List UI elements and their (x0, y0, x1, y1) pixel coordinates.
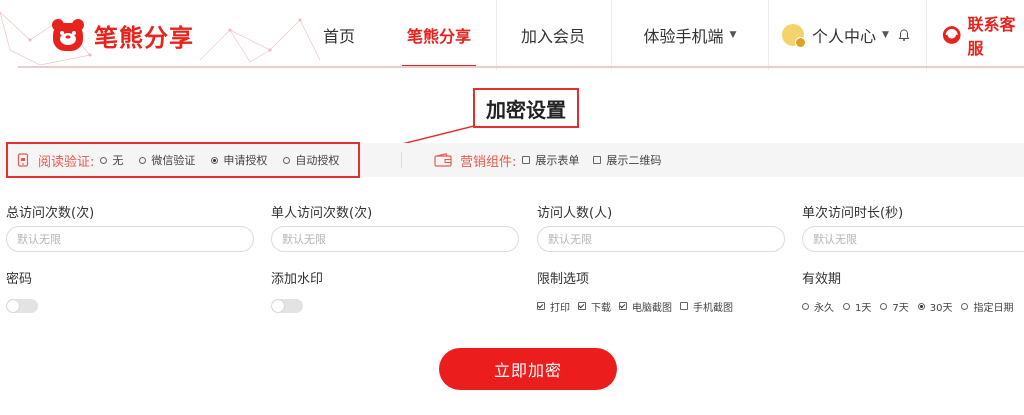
checkbox-show-form[interactable]: 展示表单 (522, 152, 579, 168)
brand-logo[interactable]: 笔熊分享 (50, 17, 194, 53)
top-header: 笔熊分享 首页 笔熊分享 加入会员 体验手机端 ▼ 个人中心 ▼ 联系客服 (0, 0, 1024, 70)
radio-icon (961, 302, 969, 310)
options-divider (401, 152, 402, 168)
avatar (782, 24, 806, 48)
marketing-title: 营销组件: (460, 154, 517, 170)
checkbox-print[interactable]: 打印 (537, 299, 570, 314)
nav-divider (611, 0, 612, 70)
visitors-input[interactable] (537, 226, 785, 252)
contact-service-label: 联系客服 (967, 15, 1016, 58)
password-toggle[interactable] (6, 299, 38, 313)
radio-custom-date[interactable]: 指定日期 (961, 299, 1013, 314)
caret-down-icon: ▼ (882, 30, 889, 40)
radio-1-day[interactable]: 1天 (843, 299, 871, 314)
radio-label: 1天 (855, 302, 872, 314)
radio-7-days[interactable]: 7天 (880, 299, 909, 314)
radio-selected-icon (917, 302, 925, 310)
marketing-group: 营销组件: 展示表单 展示二维码 (434, 143, 675, 177)
nav-divider (496, 0, 497, 70)
checkbox-label: 电脑截图 (632, 302, 672, 314)
checkbox-checked-icon (578, 302, 586, 310)
nav-divider (768, 0, 769, 70)
single-duration-label: 单次访问时长(秒) (802, 206, 904, 221)
nav-divider (926, 0, 927, 70)
radio-label: 7天 (892, 302, 909, 314)
contact-service[interactable]: 联系客服 (942, 0, 1024, 70)
watermark-label: 添加水印 (271, 272, 324, 287)
radio-icon (283, 156, 291, 164)
checkbox-show-qrcode[interactable]: 展示二维码 (593, 152, 661, 168)
radio-label: 微信验证 (151, 154, 196, 167)
nav-membership-label: 加入会员 (520, 27, 585, 46)
total-visits-label: 总访问次数(次) (6, 206, 95, 221)
radio-apply-auth[interactable]: 申请授权 (211, 152, 267, 168)
radio-label: 自动授权 (295, 154, 340, 167)
checkbox-checked-icon (619, 302, 627, 310)
read-verify-title: 阅读验证: (38, 154, 95, 170)
watermark-toggle[interactable] (271, 299, 303, 313)
radio-label: 30天 (929, 302, 953, 314)
checkbox-label: 展示二维码 (606, 154, 662, 167)
brand-name: 笔熊分享 (94, 23, 194, 52)
nav-mobile-dropdown[interactable]: 体验手机端 ▼ (634, 0, 746, 70)
encrypt-now-button[interactable]: 立即加密 (439, 348, 617, 390)
checkbox-label: 手机截图 (693, 302, 733, 314)
radio-icon (139, 156, 147, 164)
wallet-icon (434, 153, 452, 167)
checkbox-pc-screenshot[interactable]: 电脑截图 (619, 299, 672, 314)
radio-label: 无 (112, 154, 124, 167)
single-person-visits-input[interactable] (271, 226, 519, 252)
bell-icon[interactable] (897, 28, 911, 42)
radio-auto-auth[interactable]: 自动授权 (283, 152, 339, 168)
checkbox-icon (522, 156, 531, 164)
restrictions-label: 限制选项 (537, 272, 590, 287)
radio-icon (802, 302, 809, 310)
phone-lock-icon (17, 153, 29, 167)
visitors-label: 访问人数(人) (537, 206, 613, 221)
nav-share[interactable]: 笔熊分享 (402, 0, 476, 70)
checkbox-label: 下载 (591, 302, 611, 314)
radio-30-days[interactable]: 30天 (917, 299, 953, 314)
radio-icon (843, 302, 850, 310)
nav-home-label: 首页 (322, 27, 355, 46)
radio-icon (880, 302, 888, 310)
nav-membership[interactable]: 加入会员 (516, 0, 590, 70)
radio-label: 指定日期 (973, 302, 1014, 314)
checkbox-checked-icon (537, 302, 545, 310)
checkbox-icon (680, 302, 688, 310)
callout-label: 加密设置 (486, 97, 566, 122)
single-person-visits-label: 单人访问次数(次) (271, 206, 373, 221)
bear-logo-icon (52, 19, 84, 51)
caret-down-icon: ▼ (729, 30, 737, 40)
checkbox-icon (593, 156, 602, 164)
checkbox-label: 展示表单 (535, 154, 580, 167)
validity-label: 有效期 (802, 272, 842, 287)
user-center-label: 个人中心 (812, 27, 877, 46)
encryption-settings-callout: 加密设置 (473, 88, 579, 128)
radio-none[interactable]: 无 (100, 152, 123, 168)
checkbox-mobile-screenshot[interactable]: 手机截图 (680, 299, 733, 314)
radio-forever[interactable]: 永久 (802, 299, 834, 314)
restrictions-group: 打印 下载 电脑截图 手机截图 (537, 298, 733, 314)
headset-icon (942, 26, 961, 44)
validity-group: 永久 1天 7天 30天 指定日期 (802, 298, 1013, 314)
radio-label: 永久 (814, 302, 834, 314)
checkbox-download[interactable]: 下载 (578, 299, 611, 314)
radio-selected-icon (211, 156, 219, 164)
checkbox-label: 打印 (550, 302, 570, 314)
nav-home[interactable]: 首页 (318, 0, 360, 70)
total-visits-input[interactable] (6, 226, 254, 252)
nav-mobile-label: 体验手机端 (643, 27, 724, 46)
single-duration-input[interactable] (802, 226, 1024, 252)
header-divider (18, 66, 1024, 68)
password-label: 密码 (6, 272, 33, 287)
radio-icon (100, 156, 108, 164)
nav-share-label: 笔熊分享 (406, 27, 471, 46)
read-verify-group: 阅读验证: 无 微信验证 申请授权 自动授权 (16, 143, 355, 177)
radio-wechat[interactable]: 微信验证 (139, 152, 195, 168)
radio-label: 申请授权 (223, 154, 268, 167)
user-center-menu[interactable]: 个人中心 ▼ (782, 0, 916, 70)
